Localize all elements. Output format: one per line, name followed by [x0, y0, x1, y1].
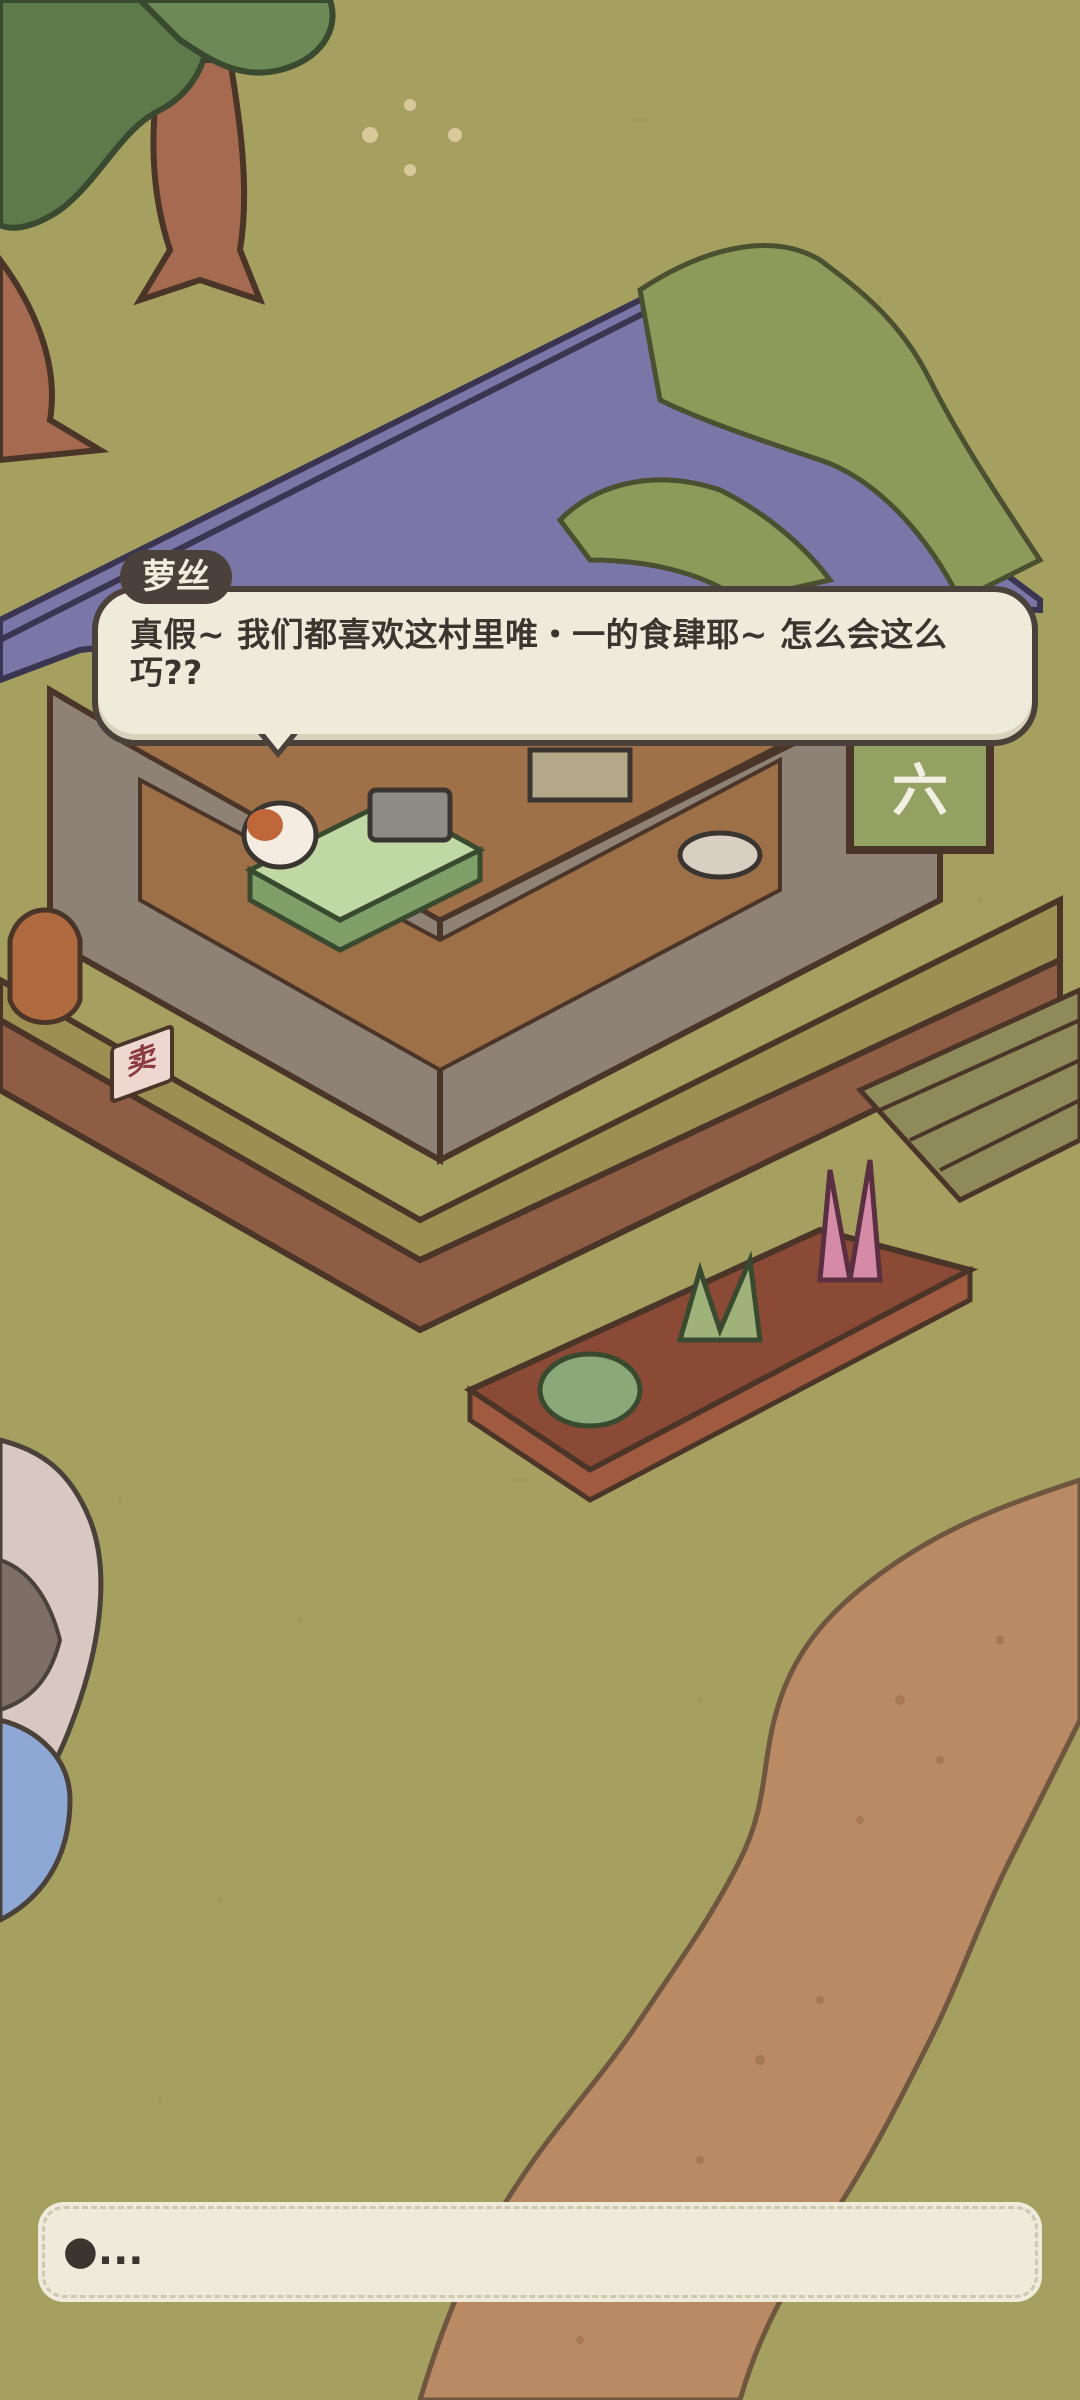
game-scene[interactable]: 六 卖 萝丝 真假~ 我们都喜欢这村里唯・一的食肆耶~ 怎么会这么巧?? ●..… — [0, 0, 1080, 2400]
dialog-text: 真假~ 我们都喜欢这村里唯・一的食肆耶~ 怎么会这么巧?? — [130, 615, 948, 692]
chat-indicator-text: ●... — [63, 2228, 144, 2274]
village-map: 六 — [0, 0, 1080, 2400]
barrel — [7, 907, 83, 1025]
svg-text:六: 六 — [892, 759, 948, 824]
chat-input-bar[interactable]: ●... — [42, 2206, 1038, 2298]
dialog-box[interactable]: 萝丝 真假~ 我们都喜欢这村里唯・一的食肆耶~ 怎么会这么巧?? — [92, 550, 1038, 758]
sale-sign-label: 卖 — [127, 1037, 157, 1084]
speaker-name-tag: 萝丝 — [120, 550, 232, 604]
